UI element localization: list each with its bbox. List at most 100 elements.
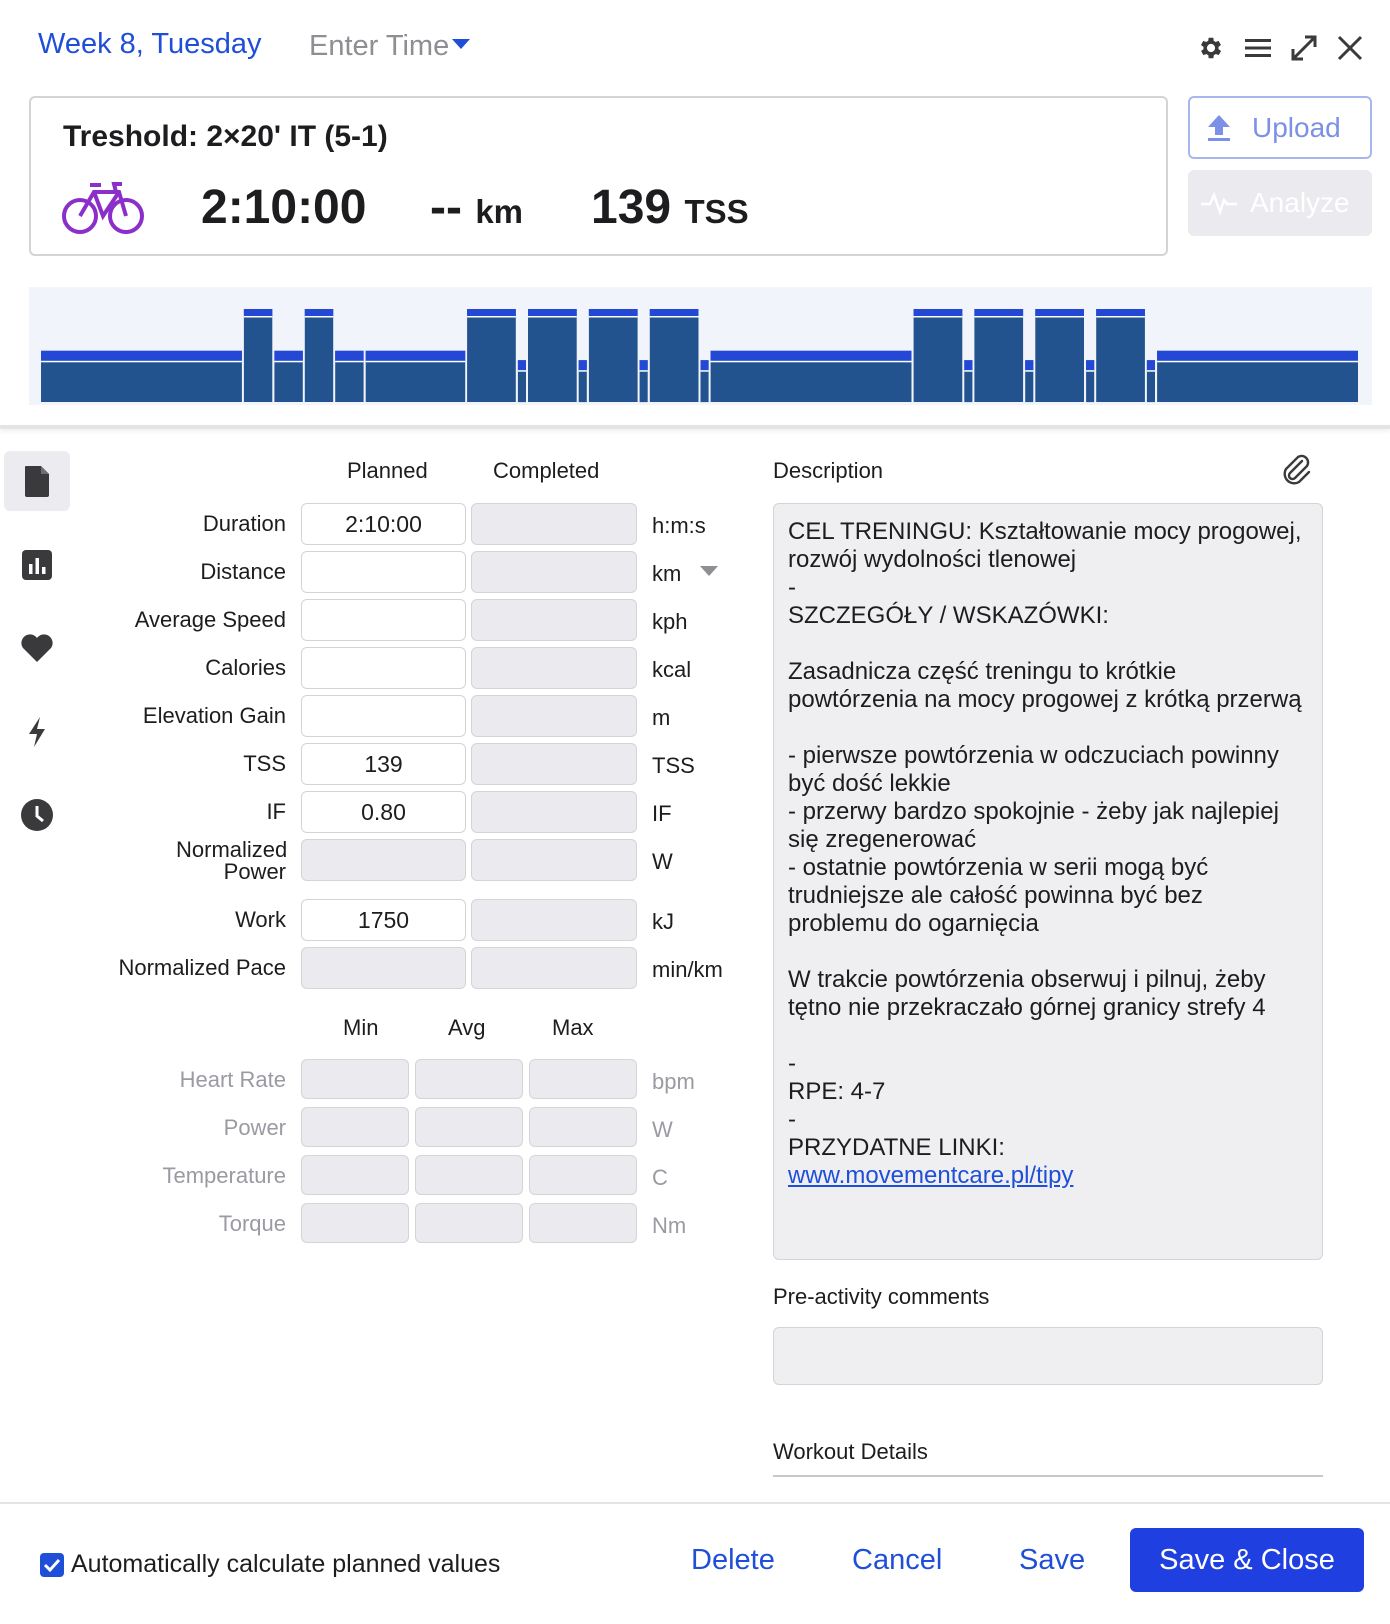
max-field[interactable] [529, 1059, 637, 1099]
workout-interval-cap [639, 360, 648, 371]
planned-field[interactable] [301, 599, 466, 641]
planned-field[interactable] [301, 695, 466, 737]
unit-label: m [652, 705, 671, 730]
workout-interval-separator [304, 316, 334, 318]
document-icon [25, 466, 49, 497]
planned-field[interactable] [301, 647, 466, 689]
completed-field[interactable] [471, 899, 637, 941]
workout-interval-bar[interactable] [528, 309, 577, 402]
completed-field[interactable] [471, 791, 637, 833]
max-field[interactable] [529, 1203, 637, 1243]
unit-label: kph [652, 609, 688, 634]
row-label: Average Speed [134, 607, 286, 632]
workout-interval-cap [1096, 309, 1145, 316]
range-row-label: Torque [218, 1211, 286, 1236]
row-label: Distance [200, 559, 286, 584]
workout-interval-cap [335, 350, 364, 361]
workout-interval-bar[interactable] [588, 309, 638, 402]
menu-icon[interactable] [1240, 30, 1276, 66]
completed-field[interactable] [471, 947, 637, 989]
completed-field[interactable] [471, 839, 637, 881]
enter-time-dropdown[interactable]: Enter Time [309, 30, 471, 63]
save-button[interactable]: Save [1019, 1544, 1085, 1577]
workout-interval-cap [964, 360, 973, 371]
workout-interval-bar[interactable] [649, 309, 699, 402]
workout-interval-bar[interactable] [974, 309, 1024, 402]
workout-details-label: Workout Details [773, 1439, 928, 1464]
summary-distance: -- km [430, 180, 523, 235]
max-field[interactable] [529, 1155, 637, 1195]
analyze-button[interactable]: Analyze [1188, 170, 1372, 236]
min-field[interactable] [301, 1203, 409, 1243]
range-row-label: Heart Rate [179, 1067, 286, 1092]
completed-field[interactable] [471, 599, 637, 641]
workout-interval-separator [41, 360, 242, 363]
range-unit-label: Nm [652, 1213, 687, 1238]
workout-interval-bar[interactable] [243, 309, 273, 402]
avg-field[interactable] [415, 1203, 523, 1243]
workout-interval-cap [1146, 360, 1155, 371]
distance-unit-dropdown-icon[interactable] [700, 566, 718, 576]
unit-label: TSS [652, 753, 695, 778]
max-field[interactable] [529, 1107, 637, 1147]
completed-field[interactable] [471, 743, 637, 785]
pre-activity-comments-input[interactable] [773, 1327, 1323, 1385]
workout-interval-cap [974, 309, 1024, 316]
workout-interval-separator [274, 360, 303, 363]
workout-interval-cap [274, 350, 303, 361]
planned-field[interactable] [301, 551, 466, 593]
planned-field[interactable]: 139 [301, 743, 466, 785]
planned-field[interactable]: 0.80 [301, 791, 466, 833]
range-unit-label: bpm [652, 1069, 695, 1094]
expand-icon[interactable] [1286, 30, 1322, 66]
workout-interval-bar[interactable] [304, 309, 334, 402]
workout-interval-cap [700, 360, 709, 371]
completed-field[interactable] [471, 503, 637, 545]
planned-field[interactable] [301, 947, 466, 989]
delete-button[interactable]: Delete [691, 1544, 775, 1577]
avg-field[interactable] [415, 1155, 523, 1195]
upload-icon [1208, 114, 1230, 141]
completed-field[interactable] [471, 647, 637, 689]
avg-field[interactable] [415, 1107, 523, 1147]
min-field[interactable] [301, 1107, 409, 1147]
planned-field[interactable]: 2:10:00 [301, 503, 466, 545]
auto-calculate-label[interactable]: Automatically calculate planned values [71, 1550, 500, 1579]
caret-down-icon [452, 39, 471, 49]
description-textarea[interactable]: CEL TRENINGU: Kształtowanie mocy progowe… [773, 503, 1323, 1260]
workout-interval-cap [1035, 309, 1084, 316]
workout-interval-bar[interactable] [1035, 309, 1084, 402]
sidebar-summary-tab[interactable] [4, 451, 70, 511]
upload-button[interactable]: Upload [1188, 96, 1372, 159]
completed-field[interactable] [471, 695, 637, 737]
save-and-close-button[interactable]: Save & Close [1130, 1528, 1364, 1592]
max-column-header: Max [552, 1015, 594, 1040]
gear-icon[interactable] [1193, 30, 1229, 66]
paperclip-icon[interactable] [1280, 452, 1312, 493]
checkmark-icon [43, 1558, 61, 1573]
workout-interval-bar[interactable] [1096, 309, 1145, 402]
planned-field[interactable]: 1750 [301, 899, 466, 941]
auto-calculate-checkbox[interactable] [40, 1553, 64, 1577]
week-day-title: Week 8, Tuesday [38, 28, 262, 60]
workout-details-divider [773, 1475, 1323, 1477]
workout-interval-separator [335, 360, 364, 363]
close-icon[interactable] [1332, 30, 1368, 66]
workout-interval-cap [1086, 360, 1095, 371]
min-field[interactable] [301, 1059, 409, 1099]
workout-interval-bar[interactable] [913, 309, 963, 402]
workout-interval-separator [649, 316, 699, 318]
description-link[interactable]: www.movementcare.pl/tipy [788, 1162, 1073, 1189]
min-field[interactable] [301, 1155, 409, 1195]
summary-distance-unit: km [475, 193, 524, 230]
workout-interval-bar[interactable] [467, 309, 516, 402]
unit-label: W [652, 849, 673, 874]
cancel-button[interactable]: Cancel [852, 1544, 942, 1577]
planned-field[interactable] [301, 839, 466, 881]
completed-field[interactable] [471, 551, 637, 593]
workout-interval-cap [467, 309, 516, 316]
pulse-icon [1201, 191, 1237, 215]
avg-field[interactable] [415, 1059, 523, 1099]
workout-interval-cap [517, 360, 526, 371]
section-divider [0, 425, 1390, 429]
